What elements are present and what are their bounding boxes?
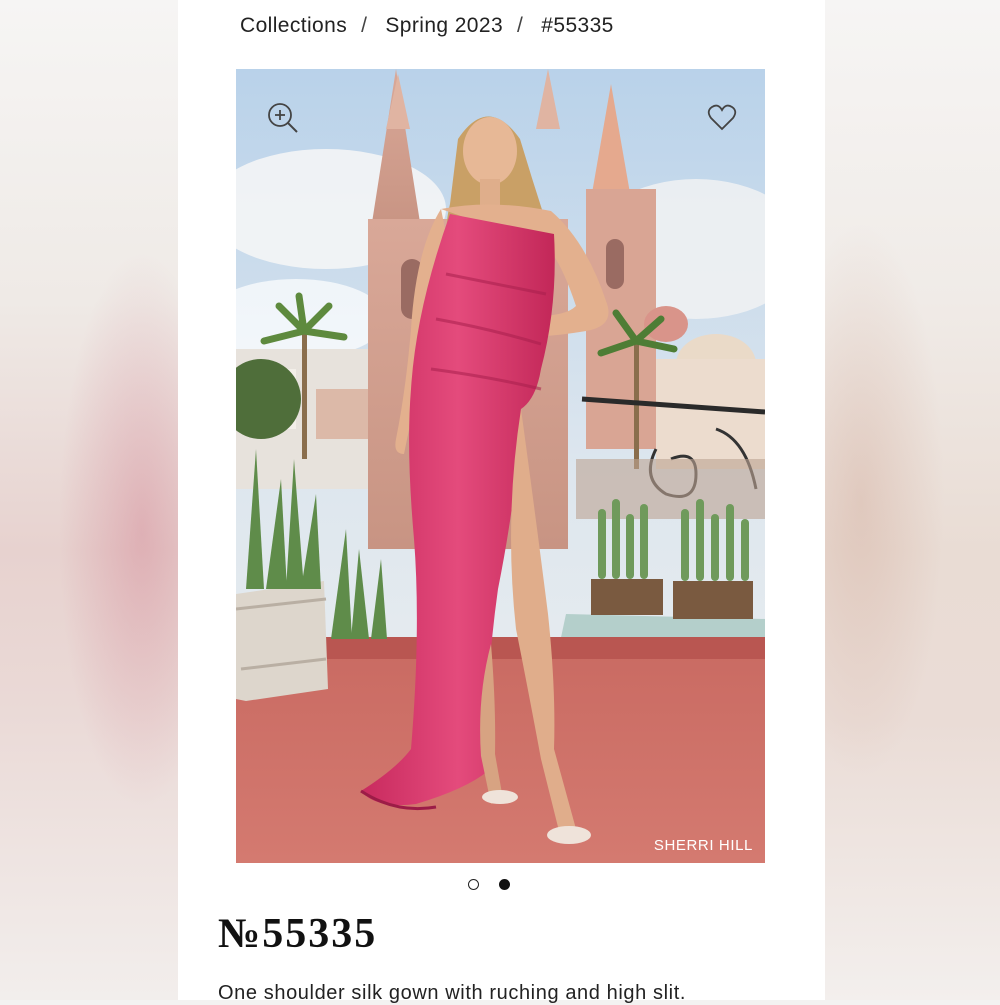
zoom-in-icon[interactable] — [266, 101, 300, 135]
carousel-dot-1[interactable] — [468, 879, 479, 890]
carousel-dot-2[interactable] — [499, 879, 510, 890]
blurred-backdrop-right — [825, 0, 1000, 1000]
product-description: One shoulder silk gown with ruching and … — [218, 982, 687, 1004]
brand-watermark: SHERRI HILL — [653, 837, 753, 854]
breadcrumb-collections[interactable]: Collections — [240, 14, 347, 38]
breadcrumb-current-style[interactable]: #55335 — [541, 14, 613, 38]
breadcrumb-separator: / — [517, 14, 524, 37]
heart-icon[interactable] — [707, 103, 737, 133]
breadcrumb-spring-2023[interactable]: Spring 2023 — [385, 14, 503, 38]
carousel-indicators — [468, 879, 510, 890]
product-title: №55335 — [218, 911, 378, 957]
product-photo-illustration — [236, 69, 765, 863]
product-image[interactable]: SHERRI HILL — [236, 69, 765, 863]
product-page: Collections / Spring 2023 / #55335 SHERR… — [178, 0, 825, 1004]
breadcrumb-separator: / — [361, 14, 368, 37]
breadcrumb: Collections / Spring 2023 / #55335 — [240, 14, 614, 38]
blurred-backdrop-left — [0, 0, 178, 1000]
